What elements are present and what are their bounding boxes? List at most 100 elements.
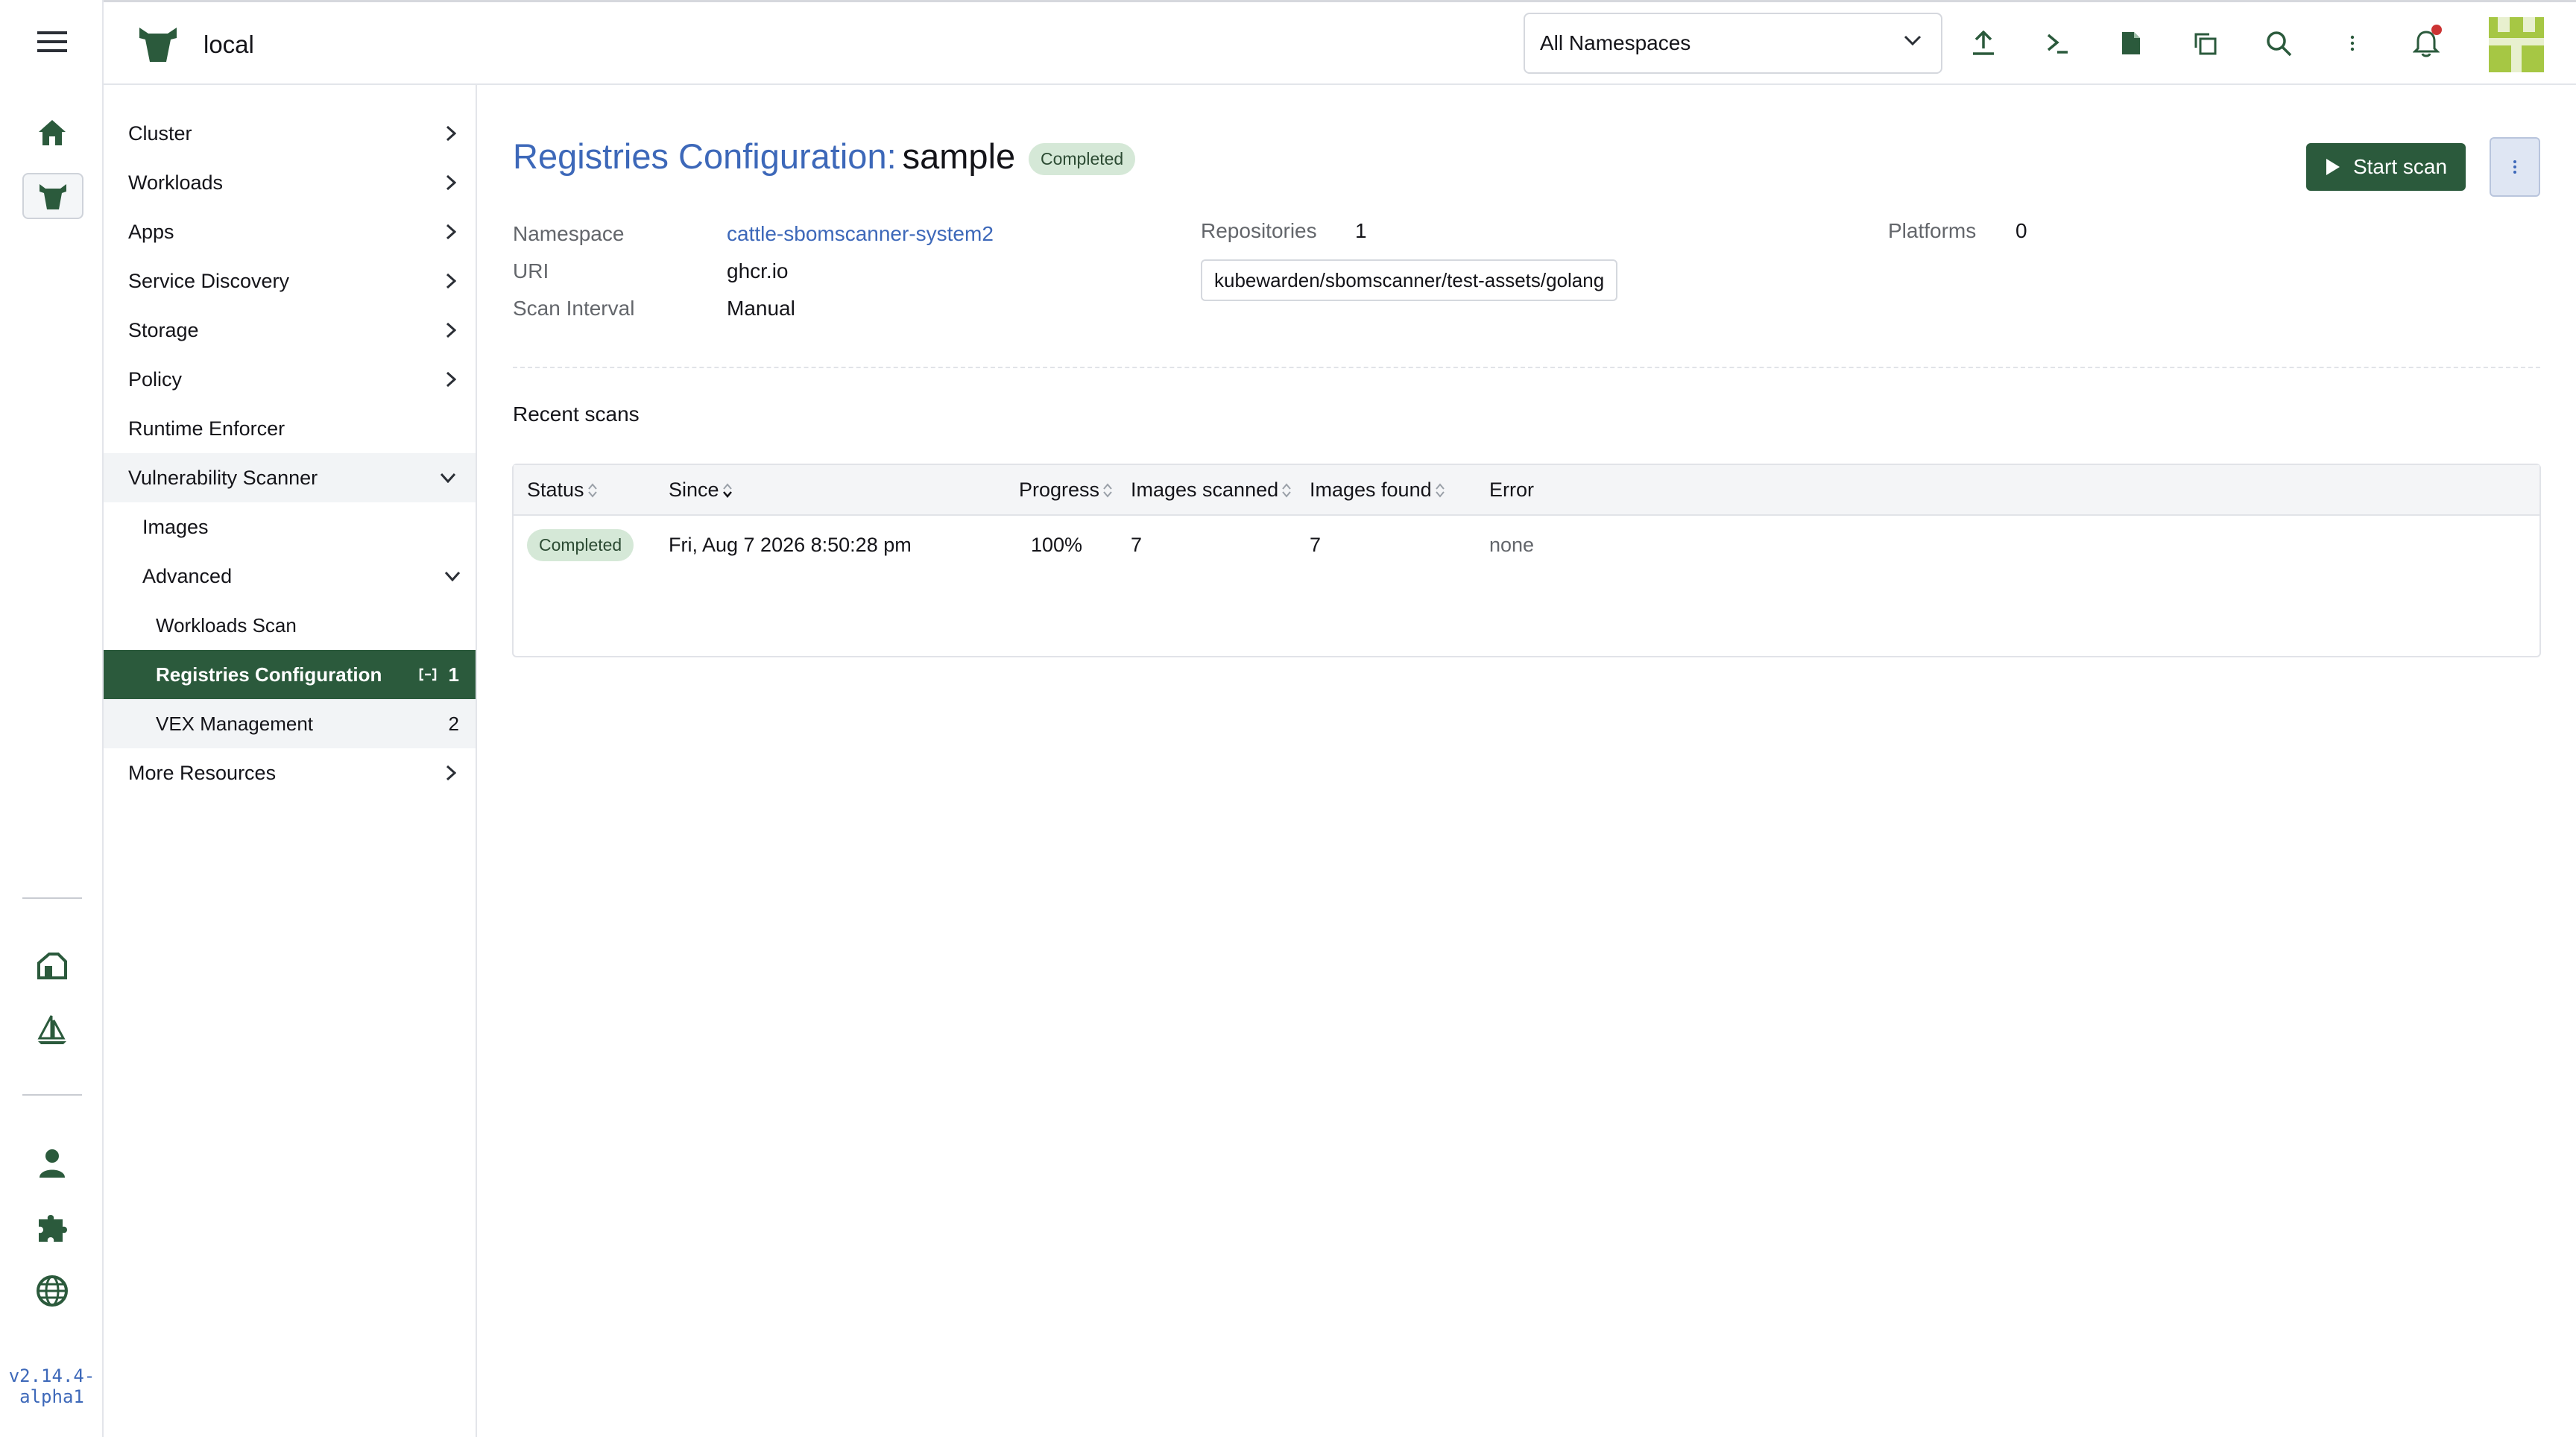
top-header: local All Namespaces bbox=[104, 0, 2576, 85]
nav-item-label: Vulnerability Scanner bbox=[128, 466, 318, 489]
namespace-label: Namespace bbox=[513, 222, 625, 245]
nav-item-storage[interactable]: Storage bbox=[104, 306, 476, 355]
scan-images-scanned: 7 bbox=[1131, 534, 1143, 556]
cluster-name: local bbox=[203, 31, 254, 58]
table-header: Status Since Progress Images scanned Ima… bbox=[514, 465, 2539, 516]
chevron-right-icon bbox=[446, 174, 456, 191]
chevron-down-icon bbox=[440, 473, 456, 483]
scan-error: none bbox=[1489, 534, 1535, 556]
chevron-down-icon bbox=[1904, 35, 1922, 45]
column-header-images-found[interactable]: Images found bbox=[1310, 479, 1445, 502]
app-rail: v2.14.4- alpha1 bbox=[0, 0, 104, 1437]
nav-item-vex-management[interactable]: VEX Management 2 bbox=[104, 699, 476, 748]
column-header-progress[interactable]: Progress bbox=[1019, 479, 1113, 502]
version-label[interactable]: v2.14.4- alpha1 bbox=[0, 1365, 104, 1407]
column-header-since[interactable]: Since bbox=[669, 479, 733, 502]
globe-icon[interactable] bbox=[30, 1269, 75, 1313]
user-icon[interactable] bbox=[30, 1140, 75, 1185]
scan-images-found: 7 bbox=[1310, 534, 1322, 556]
column-header-images-scanned[interactable]: Images scanned bbox=[1131, 479, 1292, 502]
nav-item-advanced[interactable]: Advanced bbox=[104, 552, 476, 601]
local-cluster-icon[interactable] bbox=[22, 173, 83, 219]
nav-item-policy[interactable]: Policy bbox=[104, 355, 476, 404]
sort-icon bbox=[1103, 482, 1112, 498]
sort-descending-icon bbox=[722, 482, 732, 498]
scan-progress: 100% bbox=[1031, 534, 1083, 556]
section-divider bbox=[513, 367, 2540, 368]
search-icon[interactable] bbox=[2260, 25, 2297, 62]
sort-icon bbox=[587, 482, 597, 498]
sort-icon bbox=[1435, 482, 1445, 498]
resource-actions-kebab-button[interactable] bbox=[2490, 137, 2540, 197]
namespace-select[interactable]: All Namespaces bbox=[1524, 13, 1942, 74]
sort-icon bbox=[1282, 482, 1291, 498]
nav-item-label: Service Discovery bbox=[128, 269, 290, 292]
nav-item-label: VEX Management bbox=[156, 712, 314, 735]
status-badge: Completed bbox=[1029, 143, 1136, 175]
nav-item-label: Storage bbox=[128, 318, 199, 341]
repositories-count: 1 bbox=[1355, 219, 1367, 242]
scan-since: Fri, Aug 7 2026 8:50:28 pm bbox=[669, 534, 912, 556]
start-scan-button[interactable]: Start scan bbox=[2306, 143, 2466, 191]
nav-item-registries-configuration[interactable]: Registries Configuration 1 bbox=[104, 650, 476, 699]
download-kubeconfig-file-icon[interactable] bbox=[2112, 25, 2150, 62]
scan-interval-value: Manual bbox=[727, 297, 795, 320]
uri-value: ghcr.io bbox=[727, 259, 789, 282]
namespaced-resource-icon bbox=[419, 668, 437, 681]
nav-item-images[interactable]: Images bbox=[104, 502, 476, 552]
import-yaml-upload-icon[interactable] bbox=[1965, 25, 2002, 62]
nav-item-apps[interactable]: Apps bbox=[104, 207, 476, 256]
main-content: Registries Configuration: sample Complet… bbox=[477, 85, 2576, 1437]
uri-label: URI bbox=[513, 259, 549, 282]
start-scan-label: Start scan bbox=[2352, 155, 2448, 178]
chevron-right-icon bbox=[446, 322, 456, 338]
copy-kubeconfig-icon[interactable] bbox=[2186, 25, 2223, 62]
cluster-logo-icon bbox=[136, 25, 180, 63]
nav-item-label: Cluster bbox=[128, 121, 192, 145]
rail-divider bbox=[22, 897, 82, 899]
page-title: Registries Configuration: sample bbox=[513, 136, 1015, 177]
sailboat-icon[interactable] bbox=[30, 1008, 75, 1052]
play-icon bbox=[2326, 159, 2340, 175]
repositories-label: Repositories bbox=[1201, 219, 1317, 242]
nav-item-vulnerability-scanner[interactable]: Vulnerability Scanner bbox=[104, 453, 476, 502]
table-row: Completed Fri, Aug 7 2026 8:50:28 pm 100… bbox=[514, 516, 2539, 574]
fleet-icon[interactable] bbox=[30, 942, 75, 987]
notification-dot bbox=[2431, 25, 2442, 35]
nav-item-service-discovery[interactable]: Service Discovery bbox=[104, 256, 476, 306]
side-navigation: Cluster Workloads Apps Service Discovery… bbox=[104, 85, 477, 1437]
more-actions-kebab-icon[interactable] bbox=[2334, 25, 2371, 62]
page-title-type-link[interactable]: Registries Configuration: bbox=[513, 136, 897, 177]
user-avatar[interactable] bbox=[2489, 17, 2544, 72]
hamburger-menu-icon[interactable] bbox=[30, 19, 75, 64]
nav-item-runtime-enforcer[interactable]: Runtime Enforcer bbox=[104, 404, 476, 453]
chevron-down-icon bbox=[444, 571, 461, 581]
nav-item-workloads[interactable]: Workloads bbox=[104, 158, 476, 207]
nav-item-label: Advanced bbox=[142, 564, 233, 587]
notifications-bell-icon[interactable] bbox=[2408, 25, 2445, 62]
chevron-right-icon bbox=[446, 224, 456, 240]
kebab-icon bbox=[2513, 160, 2516, 174]
namespace-select-value: All Namespaces bbox=[1540, 31, 1691, 54]
namespace-link[interactable]: cattle-sbomscanner-system2 bbox=[727, 222, 994, 246]
nav-item-more-resources[interactable]: More Resources bbox=[104, 748, 476, 798]
recent-scans-heading: Recent scans bbox=[513, 402, 640, 426]
home-icon[interactable] bbox=[30, 110, 75, 155]
extensions-puzzle-icon[interactable] bbox=[30, 1204, 75, 1249]
column-header-error: Error bbox=[1489, 479, 1534, 501]
page-title-resource-name: sample bbox=[902, 136, 1016, 176]
nav-item-count: 1 bbox=[448, 663, 459, 686]
nav-item-workloads-scan[interactable]: Workloads Scan bbox=[104, 601, 476, 650]
platforms-count: 0 bbox=[2015, 219, 2027, 242]
nav-item-label: More Resources bbox=[128, 761, 277, 784]
chevron-right-icon bbox=[446, 765, 456, 781]
nav-item-label: Policy bbox=[128, 367, 183, 391]
scan-interval-label: Scan Interval bbox=[513, 297, 635, 320]
nav-item-label: Apps bbox=[128, 220, 174, 243]
kubectl-shell-icon[interactable] bbox=[2039, 25, 2076, 62]
column-header-status[interactable]: Status bbox=[527, 479, 598, 502]
nav-item-cluster[interactable]: Cluster bbox=[104, 109, 476, 158]
repository-tag: kubewarden/sbomscanner/test-assets/golan… bbox=[1201, 259, 1618, 301]
platforms-label: Platforms bbox=[1888, 219, 1977, 242]
chevron-right-icon bbox=[446, 273, 456, 289]
